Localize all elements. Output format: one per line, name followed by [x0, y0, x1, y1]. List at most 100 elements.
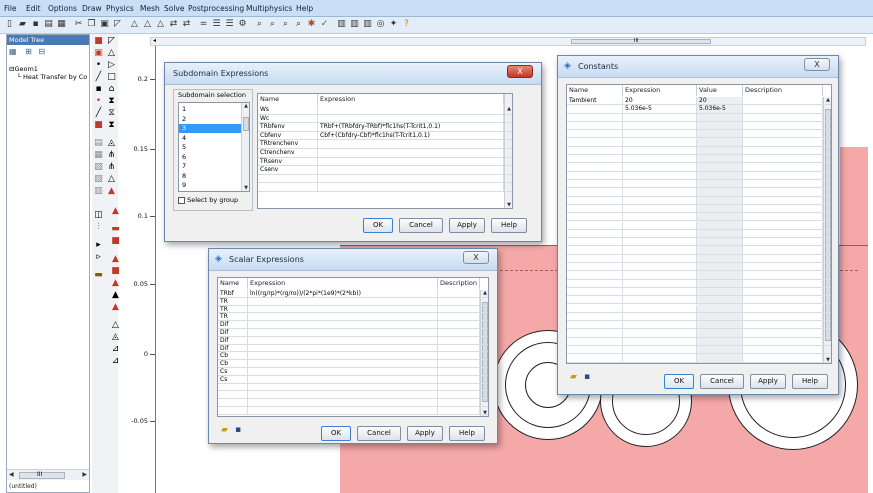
triangle-outline-icon[interactable]: ◬ [110, 332, 121, 343]
name-cell[interactable] [567, 130, 623, 139]
description-cell[interactable] [743, 180, 823, 189]
name-cell[interactable] [567, 346, 623, 355]
subdomain-list-item[interactable]: 4 [179, 134, 241, 143]
help-icon[interactable]: ? [401, 19, 412, 30]
name-cell[interactable]: Dif [218, 321, 248, 329]
description-cell[interactable] [743, 254, 823, 263]
table-row[interactable] [567, 329, 831, 338]
description-cell[interactable] [438, 383, 480, 392]
triangle-outline-icon[interactable]: ⊿ [110, 344, 121, 355]
expression-cell[interactable] [318, 149, 504, 158]
name-cell[interactable] [567, 254, 623, 263]
apply-button[interactable]: Apply [407, 426, 443, 441]
triangle-icon[interactable]: ▲ [110, 206, 121, 217]
value-cell[interactable] [697, 312, 743, 322]
animation-icon[interactable]: ◎ [375, 19, 386, 30]
value-cell[interactable] [697, 204, 743, 214]
scroll-left-icon[interactable]: ◂ [153, 37, 156, 44]
value-cell[interactable] [697, 263, 743, 272]
name-cell[interactable] [567, 213, 623, 222]
name-cell[interactable]: Dif [218, 329, 248, 337]
name-cell[interactable]: Cs [218, 375, 248, 384]
table-row[interactable] [567, 155, 831, 164]
tree-expand-icon[interactable]: ⊞ [25, 47, 32, 56]
menu-help[interactable]: Help [296, 4, 313, 13]
name-cell[interactable] [567, 138, 623, 147]
tree-item-geom1[interactable]: ⊟Geom1 [9, 65, 38, 73]
value-cell[interactable] [697, 337, 743, 346]
value-cell[interactable] [697, 113, 743, 122]
table-row[interactable] [567, 163, 831, 172]
subdomain-list-item[interactable]: 6 [179, 153, 241, 162]
expression-cell[interactable] [623, 213, 697, 222]
array-icon[interactable]: ▤ [93, 138, 104, 149]
expression-cell[interactable] [623, 346, 697, 355]
description-cell[interactable] [438, 368, 480, 376]
expression-cell[interactable]: 5.036e-5 [623, 105, 697, 114]
expression-cell[interactable] [623, 130, 697, 139]
expression-cell[interactable] [623, 155, 697, 164]
menu-options[interactable]: Options [48, 4, 77, 13]
expression-cell[interactable] [318, 166, 504, 175]
name-cell[interactable] [218, 383, 248, 392]
subdomain-list[interactable]: ▲ ▼ 123456789 [178, 102, 250, 192]
table-row[interactable]: TR [218, 305, 488, 314]
description-cell[interactable] [743, 113, 823, 122]
expression-cell[interactable]: ln((rg/rp)*(rg/ro))/(2*pi*(1e9)*(2*kb)) [248, 290, 438, 298]
expression-cell[interactable] [248, 329, 438, 337]
tree-collapse-icon[interactable]: ⊟ [38, 47, 45, 56]
table-row[interactable] [567, 321, 831, 330]
list-icon[interactable]: ☰ [211, 19, 222, 30]
description-cell[interactable] [743, 204, 823, 214]
zoom-icon[interactable]: ⌕ [293, 19, 304, 30]
description-cell[interactable] [743, 213, 823, 222]
table-row[interactable]: Cs [218, 368, 488, 376]
triangle-icon[interactable]: △ [155, 19, 166, 30]
scroll-left-icon[interactable]: ◀ [9, 471, 14, 478]
name-cell[interactable]: Tambient [567, 97, 623, 106]
value-cell[interactable] [697, 155, 743, 164]
expression-cell[interactable] [623, 312, 697, 322]
description-cell[interactable] [438, 407, 480, 415]
table-row[interactable]: Cb [218, 360, 488, 368]
triangle-outline-icon[interactable]: ⊿ [110, 356, 121, 367]
value-cell[interactable] [697, 229, 743, 239]
description-cell[interactable] [438, 329, 480, 337]
name-cell[interactable] [567, 105, 623, 114]
name-cell[interactable]: TRsenv [258, 157, 318, 167]
name-cell[interactable] [567, 221, 623, 230]
expression-cell[interactable] [623, 113, 697, 122]
name-cell[interactable]: Cs [218, 368, 248, 376]
name-cell[interactable]: TRbf [218, 290, 248, 298]
scroll-up-icon[interactable]: ▲ [242, 103, 249, 109]
expression-cell[interactable] [623, 163, 697, 172]
expression-cell[interactable] [248, 297, 438, 306]
expression-cell[interactable]: Cbf+(Cbfdry-Cbf)*flc1hs(T-Tcrit1,0.1) [318, 131, 504, 141]
description-cell[interactable] [743, 296, 823, 305]
ok-button[interactable]: OK [664, 374, 694, 389]
value-cell[interactable] [697, 180, 743, 189]
table-row[interactable]: TRbf ln((rg/rp)*(rg/ro))/(2*pi*(1e9)*(2*k… [218, 290, 488, 298]
description-cell[interactable] [743, 221, 823, 230]
open-folder-icon[interactable]: ▰ [221, 425, 228, 435]
description-cell[interactable] [743, 304, 823, 313]
expression-cell[interactable] [318, 174, 504, 184]
table-row[interactable]: Cb [218, 352, 488, 361]
table-row[interactable]: TRtrenchenv [258, 140, 512, 149]
copy-icon[interactable]: ▦ [93, 150, 104, 161]
expression-cell[interactable] [318, 114, 504, 124]
name-cell[interactable] [567, 304, 623, 313]
help-button[interactable]: Help [792, 374, 828, 389]
table-row[interactable]: 5.036e-5 5.036e-5 [567, 105, 831, 114]
value-cell[interactable]: 5.036e-5 [697, 105, 743, 114]
expression-cell[interactable] [318, 106, 504, 115]
column-header-expression[interactable]: Expression [623, 85, 697, 96]
description-cell[interactable] [438, 321, 480, 329]
table-row[interactable]: Dif [218, 329, 488, 337]
description-cell[interactable] [438, 313, 480, 322]
expression-cell[interactable] [623, 271, 697, 280]
table-row[interactable] [567, 146, 831, 156]
check-icon[interactable]: ✓ [319, 19, 330, 30]
table-row[interactable] [218, 383, 488, 392]
expression-cell[interactable] [623, 263, 697, 272]
